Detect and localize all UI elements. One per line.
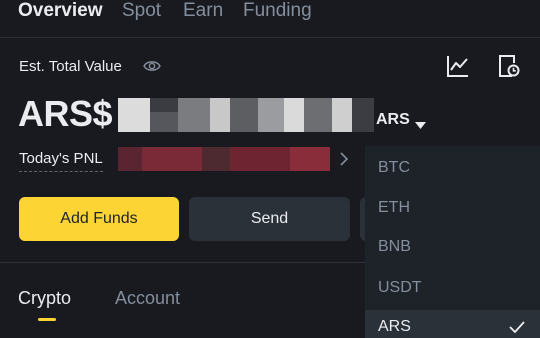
subtab-account[interactable]: Account xyxy=(115,288,180,309)
check-icon xyxy=(509,320,525,338)
add-funds-button[interactable]: Add Funds xyxy=(19,197,179,241)
currency-selector[interactable]: ARS xyxy=(376,111,410,129)
send-button[interactable]: Send xyxy=(189,197,350,241)
tabs-divider xyxy=(0,37,540,38)
subtabs-divider xyxy=(0,262,365,263)
pnl-value-censored xyxy=(118,147,330,171)
currency-option-usdt[interactable]: USDT xyxy=(378,279,422,297)
caret-down-icon[interactable] xyxy=(415,116,426,134)
eye-icon[interactable] xyxy=(143,57,161,80)
subtab-active-indicator xyxy=(38,318,56,321)
tab-earn[interactable]: Earn xyxy=(183,0,223,22)
currency-option-btc[interactable]: BTC xyxy=(378,159,410,177)
currency-option-bnb[interactable]: BNB xyxy=(378,238,411,256)
currency-option-eth[interactable]: ETH xyxy=(378,199,410,217)
balance-currency-prefix: ARS$ xyxy=(18,93,113,134)
history-icon[interactable] xyxy=(497,54,521,83)
chart-icon[interactable] xyxy=(446,54,470,83)
currency-option-ars[interactable]: ARS xyxy=(378,318,411,336)
balance-value-censored xyxy=(118,98,374,132)
tab-funding[interactable]: Funding xyxy=(243,0,312,22)
subtab-crypto[interactable]: Crypto xyxy=(18,288,71,309)
est-total-value-label: Est. Total Value xyxy=(19,58,122,75)
chevron-right-icon[interactable] xyxy=(339,152,349,171)
tab-overview[interactable]: Overview xyxy=(18,0,103,22)
tab-spot[interactable]: Spot xyxy=(122,0,161,22)
todays-pnl-label[interactable]: Today's PNL xyxy=(19,150,103,172)
